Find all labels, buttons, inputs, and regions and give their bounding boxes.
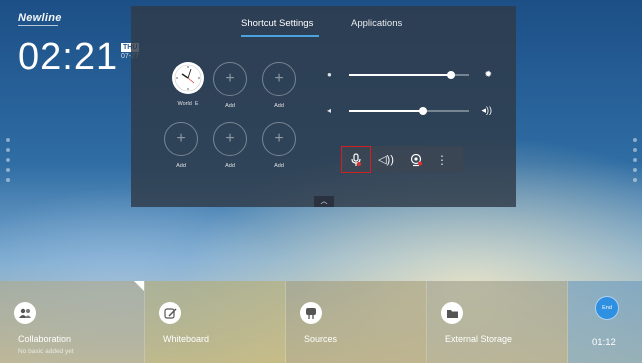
dock-whiteboard[interactable]: Whiteboard [145, 281, 286, 363]
brightness-low-icon: ● [327, 70, 332, 79]
chevron-up-icon: ︿ [320, 198, 328, 205]
plus-icon: + [262, 62, 296, 96]
collaboration-icon [14, 302, 36, 324]
shortcut-label: Add [225, 103, 235, 109]
microphone-icon [351, 152, 361, 166]
dock-label: Collaboration [18, 334, 72, 344]
plus-icon: + [213, 122, 247, 156]
folder-icon [441, 302, 463, 324]
microphone-button[interactable] [341, 146, 371, 173]
speaker-icon: ◁)) [378, 154, 394, 166]
newline-logo: Newline [18, 12, 62, 24]
main-clock: 02:21 [18, 36, 119, 78]
panel-tabs: Shortcut Settings Applications [131, 18, 516, 42]
world-clock-icon [172, 62, 204, 94]
speaker-button[interactable]: ◁)) [371, 146, 401, 173]
more-options-icon: ⋮ [436, 152, 448, 167]
shortcut-add-4[interactable]: + Add [207, 122, 253, 169]
session-timer: 01:12 [592, 337, 616, 348]
volume-high-icon: ◂)) [481, 105, 492, 115]
camera-off-icon [410, 153, 422, 166]
dock-label: External Storage [445, 334, 513, 344]
dock-sources[interactable]: Sources [286, 281, 427, 363]
camera-button[interactable] [401, 146, 431, 173]
shortcut-label: Add [274, 163, 284, 169]
dock-external-storage[interactable]: External Storage [427, 281, 568, 363]
sources-icon [300, 302, 322, 324]
plus-icon: + [262, 122, 296, 156]
right-side-handle[interactable] [633, 138, 637, 182]
volume-knob[interactable] [419, 107, 428, 115]
dock-session: End 01:12 [568, 281, 642, 363]
end-session-button[interactable]: End [595, 296, 619, 320]
volume-track[interactable] [349, 107, 469, 115]
tab-applications[interactable]: Applications [351, 18, 402, 29]
shortcut-add-3[interactable]: + Add [158, 122, 204, 169]
brightness-high-icon: ✹ [484, 69, 492, 79]
corner-marker [134, 281, 144, 291]
shortcut-label: Add [274, 103, 284, 109]
dock-label: Whiteboard [163, 334, 210, 344]
volume-low-icon: ◂ [327, 106, 332, 115]
dock-label: Sources [304, 334, 338, 344]
plus-icon: + [164, 122, 198, 156]
quick-toolbar: ◁)) ⋮ [341, 146, 463, 173]
shortcut-panel: Shortcut Settings Applications World E +… [131, 6, 516, 207]
shortcut-label: Add [176, 163, 186, 169]
left-side-handle[interactable] [6, 138, 10, 182]
brightness-slider[interactable]: ● ✹ [327, 68, 492, 82]
shortcut-world-clock[interactable]: World E [165, 62, 211, 107]
dock-collaboration[interactable]: Collaboration No basic added yet [0, 281, 145, 363]
brightness-track[interactable] [349, 71, 469, 79]
collapse-panel-button[interactable]: ︿ [314, 196, 334, 207]
plus-icon: + [213, 62, 247, 96]
shortcut-label: Add [225, 163, 235, 169]
shortcut-label: World E [177, 101, 199, 107]
bottom-dock: Collaboration No basic added yet Whitebo… [0, 281, 642, 363]
shortcut-add-5[interactable]: + Add [256, 122, 302, 169]
more-options-button[interactable]: ⋮ [431, 146, 453, 173]
volume-slider[interactable]: ◂ ◂)) [327, 104, 492, 118]
brightness-knob[interactable] [447, 71, 455, 79]
tab-shortcut-settings[interactable]: Shortcut Settings [241, 18, 319, 37]
whiteboard-icon [159, 302, 181, 324]
shortcut-add-2[interactable]: + Add [256, 62, 302, 109]
dock-sublabel: No basic added yet [18, 348, 74, 355]
shortcut-add-1[interactable]: + Add [207, 62, 253, 109]
